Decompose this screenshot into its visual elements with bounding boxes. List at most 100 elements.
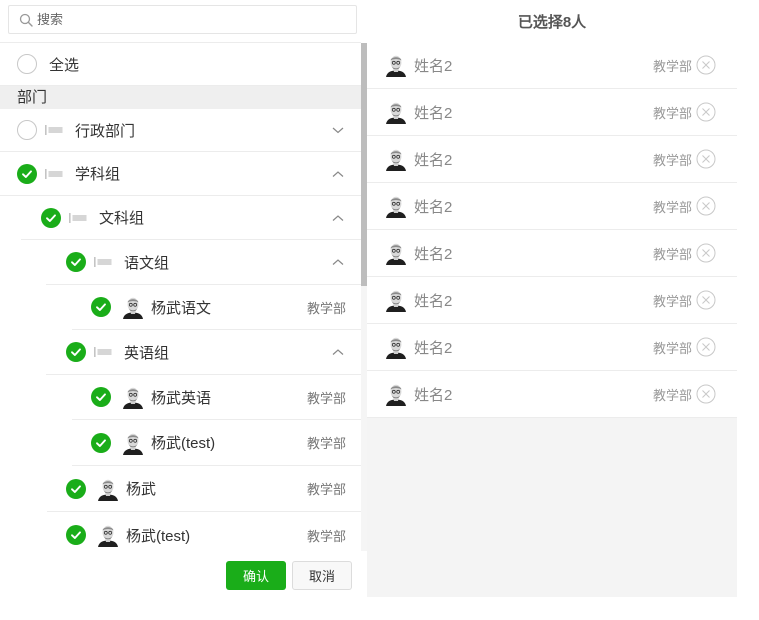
chevron-up-icon[interactable] (331, 213, 345, 223)
select-all-label: 全选 (49, 56, 80, 74)
selected-item: 姓名2 教学部 (367, 324, 737, 371)
selected-name: 姓名2 (414, 339, 453, 357)
selected-dept: 教学部 (652, 199, 692, 215)
check-circle-icon[interactable] (66, 525, 86, 545)
selected-name: 姓名2 (414, 245, 453, 263)
flag-icon (94, 257, 112, 267)
section-header-departments: 部门 (0, 86, 361, 109)
user-dept: 教学部 (306, 390, 346, 406)
selected-dept: 教学部 (652, 387, 692, 403)
check-circle-icon[interactable] (41, 207, 61, 228)
tree-user-row[interactable]: 杨武语文 教学部 (72, 285, 361, 330)
close-circle-icon[interactable] (696, 55, 716, 75)
avatar-icon (386, 53, 406, 77)
selected-dept: 教学部 (652, 293, 692, 309)
check-circle-icon[interactable] (66, 478, 86, 499)
tree-node-label: 英语组 (124, 344, 170, 362)
check-circle-icon[interactable] (91, 297, 111, 317)
avatar-icon (98, 523, 118, 547)
close-circle-icon[interactable] (696, 196, 716, 216)
org-tree: 全选 部门 行政部门 学科组 文科组 语文组 杨武语文 教学部 英语组 杨武英语… (0, 43, 361, 551)
tree-node-label: 学科组 (75, 166, 121, 183)
tree-node-label: 行政部门 (75, 122, 136, 140)
check-circle-icon[interactable] (66, 342, 86, 362)
user-name: 杨武语文 (151, 299, 212, 317)
close-circle-icon[interactable] (696, 384, 716, 404)
close-circle-icon[interactable] (696, 102, 716, 122)
flag-icon (69, 213, 87, 223)
avatar-icon (386, 335, 406, 359)
avatar-icon (386, 288, 406, 312)
tree-node-label: 语文组 (124, 254, 170, 272)
close-circle-icon[interactable] (696, 337, 716, 357)
unchecked-circle-icon[interactable] (17, 120, 37, 140)
selected-item: 姓名2 教学部 (367, 230, 737, 277)
unchecked-circle-icon[interactable] (17, 54, 37, 74)
avatar-icon (386, 241, 406, 265)
close-circle-icon[interactable] (696, 243, 716, 263)
avatar-icon (123, 431, 143, 455)
flag-icon (45, 125, 63, 135)
tree-node-admin-dept[interactable]: 行政部门 (0, 109, 361, 152)
select-all-row[interactable]: 全选 (0, 43, 361, 86)
tree-node-subject-group[interactable]: 学科组 (0, 152, 361, 196)
check-circle-icon[interactable] (91, 387, 111, 407)
search-input[interactable] (37, 7, 337, 32)
selected-count-title: 已选择8人 (517, 13, 587, 31)
tree-user-row[interactable]: 杨武 教学部 (47, 466, 361, 512)
check-circle-icon[interactable] (66, 252, 86, 272)
selected-item: 姓名2 教学部 (367, 89, 737, 136)
tree-user-row[interactable]: 杨武(test) 教学部 (72, 420, 361, 466)
avatar-icon (123, 295, 143, 319)
user-dept: 教学部 (306, 482, 346, 497)
avatar-icon (98, 477, 118, 501)
tree-user-row[interactable]: 杨武(test) 教学部 (47, 512, 361, 551)
selected-dept: 教学部 (652, 340, 692, 356)
flag-icon (94, 347, 112, 357)
selected-item: 姓名2 教学部 (367, 136, 737, 183)
selected-item: 姓名2 教学部 (367, 183, 737, 230)
user-dept: 教学部 (306, 436, 346, 451)
user-name: 杨武(test) (151, 435, 216, 452)
chevron-up-icon[interactable] (331, 347, 345, 357)
selected-item: 姓名2 教学部 (367, 42, 737, 89)
tree-node-english-group[interactable]: 英语组 (46, 330, 361, 375)
member-picker-panel: 全选 部门 行政部门 学科组 文科组 语文组 (0, 0, 367, 620)
tree-node-chinese-group[interactable]: 语文组 (46, 240, 361, 285)
selected-item: 姓名2 教学部 (367, 277, 737, 324)
flag-icon (45, 169, 63, 179)
chevron-down-icon[interactable] (331, 125, 345, 135)
check-circle-icon[interactable] (91, 432, 111, 453)
avatar-icon (386, 100, 406, 124)
user-dept: 教学部 (306, 300, 346, 316)
cancel-button[interactable]: 取消 (292, 561, 352, 590)
selected-name: 姓名2 (414, 57, 453, 75)
user-name: 杨武英语 (151, 389, 212, 407)
confirm-button[interactable]: 确认 (226, 561, 286, 590)
avatar-icon (123, 385, 143, 409)
selected-dept: 教学部 (652, 152, 692, 168)
user-name: 杨武(test) (126, 527, 191, 545)
selected-dept: 教学部 (652, 105, 692, 121)
selected-name: 姓名2 (414, 151, 453, 169)
tree-user-row[interactable]: 杨武英语 教学部 (72, 375, 361, 420)
avatar-icon (386, 147, 406, 171)
selected-name: 姓名2 (414, 386, 453, 404)
selected-name: 姓名2 (414, 292, 453, 310)
selected-dept: 教学部 (652, 246, 692, 262)
search-icon (19, 13, 33, 27)
avatar-icon (386, 194, 406, 218)
selected-name: 姓名2 (414, 198, 453, 216)
close-circle-icon[interactable] (696, 149, 716, 169)
avatar-icon (386, 382, 406, 406)
selected-name: 姓名2 (414, 104, 453, 122)
chevron-up-icon[interactable] (331, 169, 345, 179)
close-circle-icon[interactable] (696, 290, 716, 310)
user-name: 杨武 (126, 481, 157, 498)
selected-list: 姓名2 教学部 姓名2 教学部 姓名2 教学部 姓名2 教学部 姓名2 教学部 … (367, 42, 737, 597)
chevron-up-icon[interactable] (331, 257, 345, 267)
user-dept: 教学部 (306, 528, 346, 544)
search-box[interactable] (8, 5, 357, 34)
check-circle-icon[interactable] (17, 163, 37, 184)
tree-node-arts-group[interactable]: 文科组 (21, 196, 361, 240)
